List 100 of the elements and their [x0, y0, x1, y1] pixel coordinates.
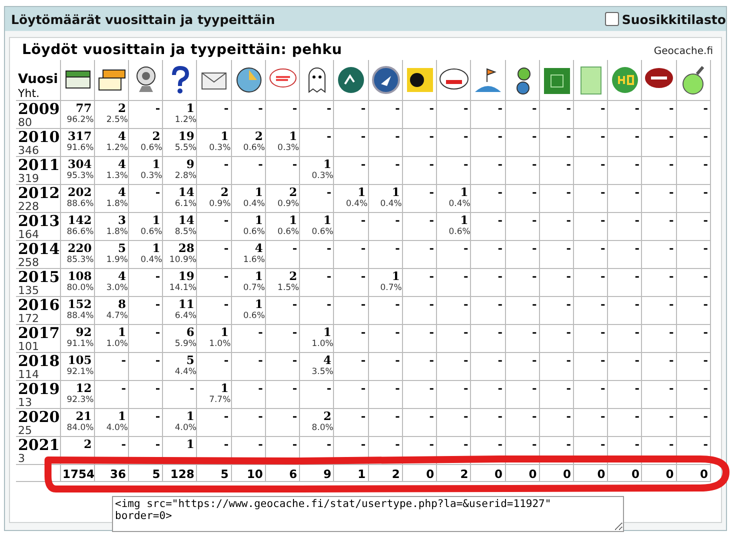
find-count: -: [565, 241, 572, 254]
find-count: -: [257, 381, 263, 394]
year-total: 228: [18, 201, 40, 212]
find-count: -: [222, 297, 229, 310]
find-percent: 80.0%: [66, 282, 94, 292]
find-count: -: [428, 437, 434, 450]
year-label: 2017: [18, 325, 58, 341]
find-count: -: [496, 437, 503, 450]
find-count: 1: [254, 185, 263, 198]
find-count: 2: [288, 269, 298, 282]
find-count: -: [222, 213, 229, 226]
find-count: 1: [220, 325, 229, 338]
find-count: -: [462, 101, 468, 114]
find-count: -: [188, 381, 194, 394]
find-count: -: [702, 269, 708, 282]
find-percent: 0.6%: [242, 142, 265, 152]
find-count: -: [222, 157, 229, 170]
find-count: 4: [116, 269, 126, 282]
find-count: -: [565, 185, 572, 198]
find-percent: 92.3%: [66, 394, 94, 404]
find-count: 1: [116, 409, 126, 422]
find-percent: 0.6%: [140, 142, 162, 152]
find-count: -: [702, 381, 708, 394]
find-count: 4: [322, 353, 332, 366]
find-count: 77: [74, 101, 92, 114]
find-count: 142: [66, 213, 92, 226]
find-count: -: [394, 437, 400, 450]
find-count: 2: [116, 101, 126, 114]
find-count: 2: [82, 437, 92, 450]
find-count: -: [394, 297, 400, 310]
find-percent: 4.0%: [105, 422, 128, 432]
find-count: -: [496, 353, 503, 366]
find-count: 12: [74, 381, 92, 394]
find-count: -: [599, 269, 606, 282]
arrow-badge-icon: [370, 64, 401, 96]
find-count: -: [668, 409, 674, 422]
find-percent: 0.4%: [379, 198, 402, 208]
find-count: -: [428, 129, 434, 142]
find-count: -: [154, 409, 160, 422]
find-count: -: [222, 353, 229, 366]
find-count: -: [531, 241, 537, 254]
year-label: 2011: [18, 157, 58, 173]
find-percent: 0.7%: [242, 282, 265, 292]
find-count: -: [496, 101, 503, 114]
find-count: -: [634, 297, 640, 310]
find-count: 1: [390, 185, 400, 198]
find-count: -: [565, 325, 572, 338]
find-count: -: [565, 297, 572, 310]
type-total: 6: [289, 467, 298, 481]
find-count: -: [428, 269, 434, 282]
year-total: 164: [18, 229, 40, 240]
year-total: 258: [18, 257, 40, 268]
find-count: -: [702, 213, 708, 226]
find-count: -: [428, 101, 434, 114]
find-count: -: [360, 101, 366, 114]
find-count: -: [360, 269, 366, 282]
find-count: -: [222, 437, 229, 450]
find-count: -: [428, 213, 434, 226]
find-count: 1: [254, 213, 263, 226]
find-count: -: [668, 297, 674, 310]
find-count: -: [702, 353, 708, 366]
find-count: -: [462, 381, 468, 394]
find-count: -: [291, 297, 298, 310]
find-count: -: [257, 353, 263, 366]
find-count: 1: [185, 437, 194, 450]
find-count: 317: [66, 129, 92, 142]
find-count: 9: [185, 157, 194, 170]
find-count: -: [668, 129, 674, 142]
find-percent: 1.2%: [105, 142, 128, 152]
find-count: -: [120, 437, 126, 450]
find-count: -: [496, 129, 503, 142]
find-count: -: [291, 381, 298, 394]
find-count: -: [326, 101, 332, 114]
find-count: 11: [177, 297, 194, 310]
find-percent: 4.0%: [174, 422, 196, 432]
find-count: 19: [177, 269, 194, 282]
find-percent: 88.4%: [66, 310, 94, 320]
find-percent: 8.5%: [174, 226, 196, 236]
find-count: -: [154, 297, 160, 310]
find-count: -: [428, 297, 434, 310]
find-count: -: [668, 437, 674, 450]
embed-code-field[interactable]: <img src="https://www.geocache.fi/stat/usertype.php?la=&userid=11927" border=0>: [112, 496, 624, 532]
find-percent: 88.6%: [66, 198, 94, 208]
find-count: -: [291, 101, 298, 114]
find-count: -: [634, 157, 640, 170]
find-percent: 0.9%: [208, 198, 231, 208]
find-count: -: [394, 101, 400, 114]
find-percent: 1.0%: [105, 338, 128, 348]
favorites-checkbox[interactable]: Suosikkitilasto: [604, 12, 726, 26]
source-label: Geocache.fi: [654, 46, 713, 57]
year-label: 2013: [18, 213, 58, 229]
find-count: 1: [220, 381, 229, 394]
find-count: 4: [254, 241, 263, 254]
find-count: -: [531, 325, 537, 338]
year-total: 80: [18, 117, 33, 128]
find-count: -: [531, 353, 537, 366]
find-percent: 0.3%: [310, 170, 334, 180]
year-label: 2019: [18, 381, 58, 397]
find-count: -: [496, 297, 503, 310]
find-count: -: [496, 241, 503, 254]
